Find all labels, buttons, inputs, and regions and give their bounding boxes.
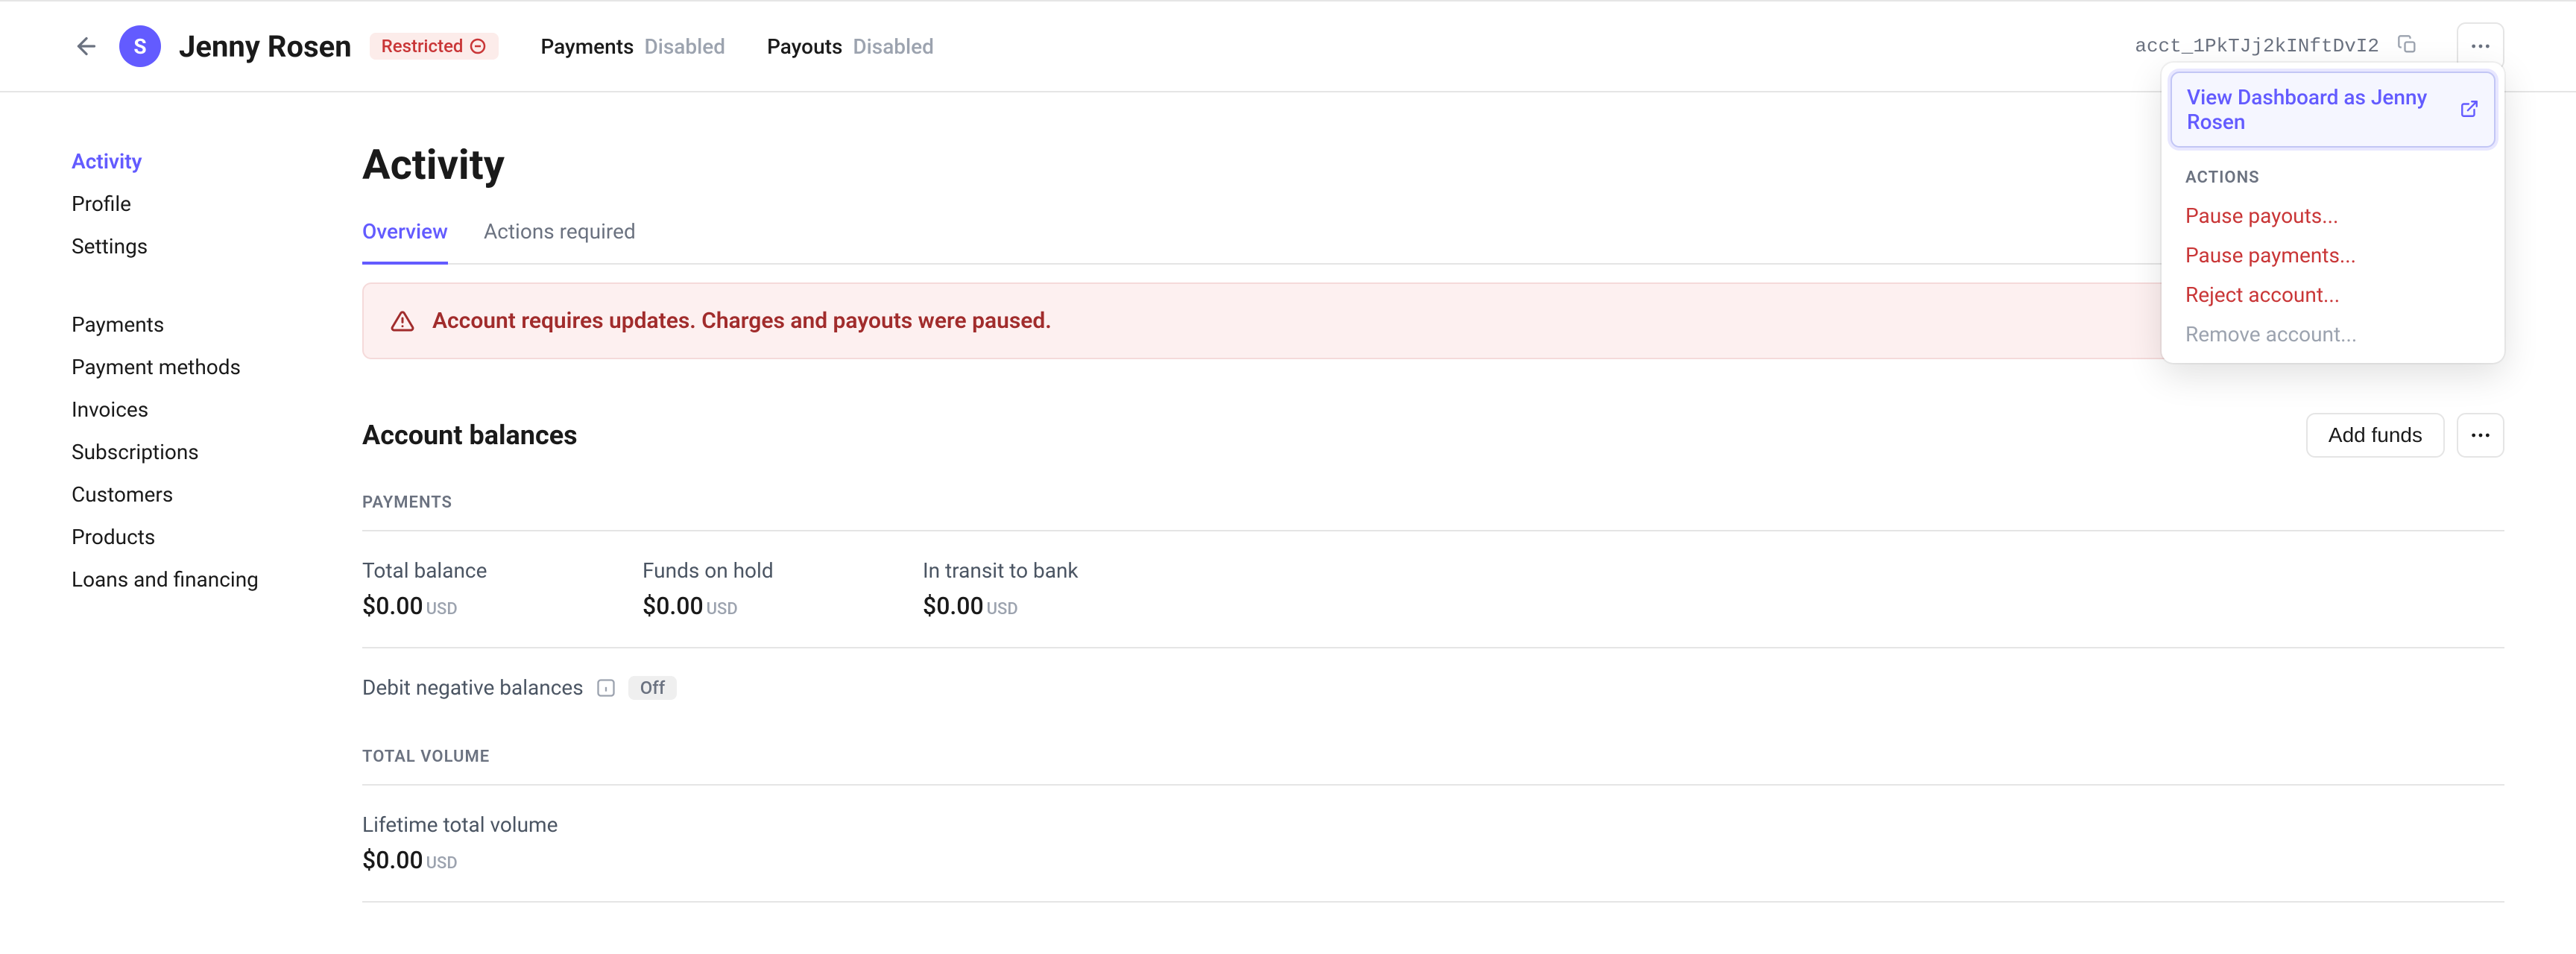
sidebar-item-loans-and-financing[interactable]: Loans and financing [72, 558, 362, 601]
payouts-status: Payouts Disabled [767, 34, 934, 59]
total-volume-label: TOTAL VOLUME [362, 748, 2504, 766]
payments-value: Disabled [644, 34, 725, 59]
restricted-badge: Restricted [370, 33, 499, 60]
payouts-label: Payouts [767, 34, 842, 59]
tab-actions-required[interactable]: Actions required [484, 219, 636, 265]
warning-icon [391, 309, 414, 333]
payments-section-label: PAYMENTS [362, 493, 2504, 512]
lifetime-label: Lifetime total volume [362, 812, 2504, 837]
lifetime-currency: USD [426, 854, 458, 873]
sidebar-item-subscriptions[interactable]: Subscriptions [72, 431, 362, 473]
balance-label: In transit to bank [923, 558, 1203, 583]
balance-label: Total balance [362, 558, 643, 583]
dropdown-item-pause-payouts[interactable]: Pause payouts... [2171, 196, 2496, 236]
sidebar-item-products[interactable]: Products [72, 516, 362, 558]
tab-overview[interactable]: Overview [362, 219, 448, 265]
dropdown-section-label: ACTIONS [2171, 148, 2496, 196]
avatar: S [119, 25, 161, 67]
view-dashboard-button[interactable]: View Dashboard as Jenny Rosen [2171, 72, 2496, 148]
view-dashboard-label: View Dashboard as Jenny Rosen [2187, 85, 2460, 134]
sidebar-item-invoices[interactable]: Invoices [72, 388, 362, 431]
dropdown-item-remove-account: Remove account... [2171, 315, 2496, 354]
account-id: acct_1PkTJj2kINftDvI2 [2135, 35, 2379, 57]
info-icon[interactable] [596, 677, 616, 698]
balance-value: $0.00 [923, 592, 984, 620]
sidebar-item-payments[interactable]: Payments [72, 303, 362, 346]
restricted-label: Restricted [382, 36, 464, 57]
sidebar-item-profile[interactable]: Profile [72, 183, 362, 225]
dropdown-item-pause-payments[interactable]: Pause payments... [2171, 236, 2496, 275]
balances-more-button[interactable] [2457, 413, 2504, 458]
balance-label: Funds on hold [643, 558, 923, 583]
back-arrow-icon[interactable] [72, 31, 101, 61]
sidebar-item-settings[interactable]: Settings [72, 225, 362, 268]
sidebar: ActivityProfileSettings PaymentsPayment … [72, 92, 362, 903]
balance-item: Funds on hold $0.00USD [643, 558, 923, 620]
main-content: View Dashboard as Jenny Rosen ACTIONS Pa… [362, 92, 2504, 903]
balance-value: $0.00 [643, 592, 704, 620]
sidebar-item-activity[interactable]: Activity [72, 140, 362, 183]
debit-status-badge: Off [628, 676, 677, 700]
payments-label: Payments [540, 34, 634, 59]
dropdown-item-reject-account[interactable]: Reject account... [2171, 275, 2496, 315]
balances-title: Account balances [362, 420, 578, 451]
sidebar-item-customers[interactable]: Customers [72, 473, 362, 516]
balance-item: In transit to bank $0.00USD [923, 558, 1203, 620]
account-name: Jenny Rosen [179, 29, 352, 64]
balance-item: Total balance $0.00USD [362, 558, 643, 620]
balance-currency: USD [707, 600, 738, 619]
balance-currency: USD [987, 600, 1018, 619]
payments-status: Payments Disabled [540, 34, 725, 59]
actions-dropdown: View Dashboard as Jenny Rosen ACTIONS Pa… [2162, 63, 2504, 363]
restricted-icon [469, 37, 487, 55]
payouts-value: Disabled [853, 34, 934, 59]
copy-icon[interactable] [2397, 34, 2421, 58]
lifetime-value: $0.00 [362, 846, 423, 874]
sidebar-item-payment-methods[interactable]: Payment methods [72, 346, 362, 388]
external-link-icon [2460, 99, 2479, 120]
balance-value: $0.00 [362, 592, 423, 620]
balance-currency: USD [426, 600, 458, 619]
debit-label: Debit negative balances [362, 675, 584, 700]
alert-text: Account requires updates. Charges and pa… [432, 308, 1052, 334]
add-funds-button[interactable]: Add funds [2306, 413, 2445, 458]
